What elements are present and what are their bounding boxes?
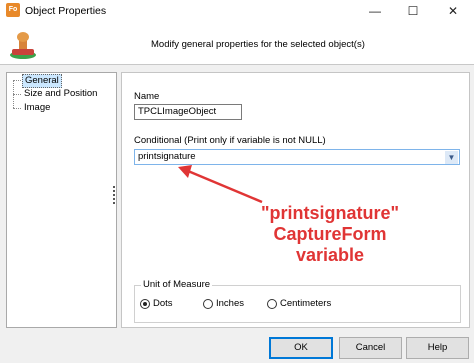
conditional-label: Conditional (Print only if variable is n… xyxy=(134,135,326,146)
close-icon[interactable]: ✕ xyxy=(434,0,472,24)
app-icon: Fo xyxy=(6,3,20,17)
ok-button[interactable]: OK xyxy=(269,337,333,359)
unit-of-measure-title: Unit of Measure xyxy=(141,279,213,290)
tree-connector xyxy=(13,80,21,81)
tree-item-size-and-position[interactable]: Size and Position xyxy=(24,88,97,100)
name-label: Name xyxy=(134,91,160,102)
annotation-line-1: "printsignature" xyxy=(260,203,400,223)
category-tree: General Size and Position Image xyxy=(6,72,117,328)
tree-item-general[interactable]: General xyxy=(22,74,62,88)
radio-centimeters-label[interactable]: Centimeters xyxy=(280,298,331,309)
annotation-text: "printsignature" CaptureForm variable xyxy=(230,203,430,266)
conditional-select[interactable]: printsignature ▼ xyxy=(134,149,460,165)
tree-item-image[interactable]: Image xyxy=(24,102,50,114)
name-field[interactable]: TPCLImageObject xyxy=(134,104,242,120)
radio-centimeters[interactable] xyxy=(267,299,277,309)
conditional-select-value: printsignature xyxy=(138,151,196,162)
splitter-handle[interactable] xyxy=(113,186,116,208)
tree-connector xyxy=(13,108,21,109)
radio-dots-label[interactable]: Dots xyxy=(153,298,173,309)
annotation-line-3: variable xyxy=(295,245,365,265)
cancel-button[interactable]: Cancel xyxy=(339,337,402,359)
annotation-line-2: CaptureForm xyxy=(273,224,387,244)
header-description: Modify general properties for the select… xyxy=(151,39,365,50)
window-title: Object Properties xyxy=(25,5,107,17)
dialog-header: Modify general properties for the select… xyxy=(0,24,474,65)
radio-dots[interactable] xyxy=(140,299,150,309)
radio-inches-label[interactable]: Inches xyxy=(216,298,244,309)
tree-connector xyxy=(13,94,21,95)
maximize-icon[interactable]: ☐ xyxy=(394,0,432,24)
radio-inches[interactable] xyxy=(203,299,213,309)
title-bar: Fo Object Properties — ☐ ✕ xyxy=(0,0,474,24)
minimize-icon[interactable]: — xyxy=(356,0,394,24)
help-button[interactable]: Help xyxy=(406,337,469,359)
stamp-icon xyxy=(10,32,36,59)
chevron-down-icon[interactable]: ▼ xyxy=(445,151,458,164)
